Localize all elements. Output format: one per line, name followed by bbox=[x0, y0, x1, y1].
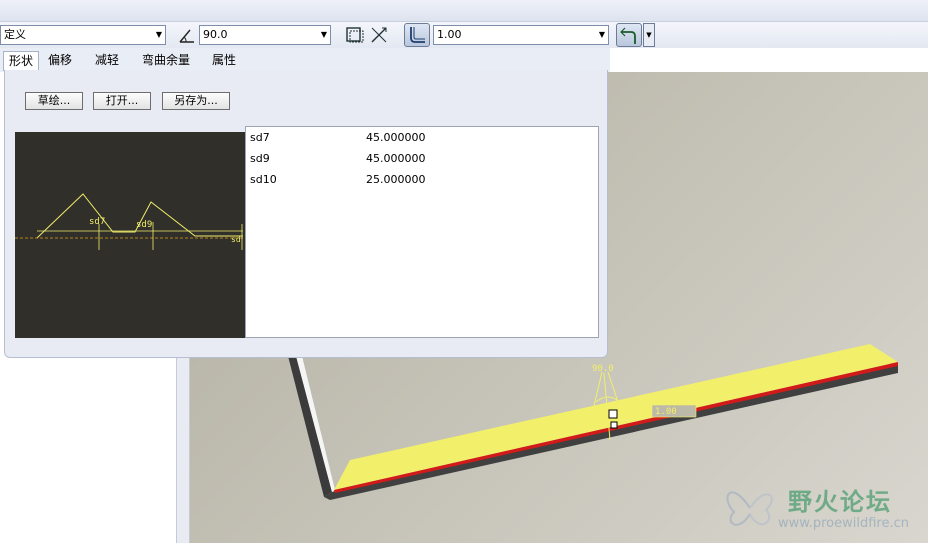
drag-handle[interactable] bbox=[608, 409, 618, 419]
angle-value: 90.0 bbox=[203, 28, 228, 41]
window-top-strip bbox=[0, 0, 928, 22]
flip-direction-icon[interactable] bbox=[368, 24, 390, 46]
tab-bend-allowance[interactable]: 弯曲余量 bbox=[137, 51, 195, 71]
angle-tag[interactable]: 90.0 bbox=[592, 364, 614, 374]
bend-inside-button[interactable] bbox=[616, 23, 642, 47]
chevron-down-icon: ▼ bbox=[598, 30, 605, 39]
preview-label-sd7: sd7 bbox=[89, 217, 105, 227]
chevron-down-icon: ▼ bbox=[155, 30, 162, 39]
preview-label-sd10: sd bbox=[231, 235, 241, 244]
radius-value: 1.00 bbox=[437, 28, 462, 41]
tab-relief[interactable]: 减轻 bbox=[90, 51, 124, 71]
bend-radius-toggle-button[interactable] bbox=[404, 23, 430, 47]
dimension-value[interactable]: 45.000000 bbox=[366, 131, 426, 144]
sketch-button[interactable]: 草绘... bbox=[25, 92, 83, 110]
butterfly-logo-icon bbox=[726, 491, 773, 526]
open-button[interactable]: 打开... bbox=[93, 92, 151, 110]
preview-label-sd9: sd9 bbox=[136, 220, 152, 230]
bend-inside-dropdown[interactable]: ▼ bbox=[643, 23, 655, 47]
drag-handle[interactable] bbox=[610, 421, 618, 429]
wall-face bbox=[288, 356, 332, 497]
bend-radius-icon bbox=[410, 27, 425, 43]
chevron-down-icon: ▼ bbox=[320, 30, 327, 39]
wall-edge bbox=[296, 356, 335, 492]
shape-panel: 草绘... 打开... 另存为... sd7 sd9 sd sd7 45.000… bbox=[4, 70, 608, 358]
panel-tabs: 形状 偏移 减轻 弯曲余量 属性 bbox=[0, 48, 610, 72]
forum-watermark: 野火论坛 www.proewildfire.cn bbox=[716, 476, 922, 538]
dimension-name: sd9 bbox=[250, 152, 270, 165]
dimension-name: sd7 bbox=[250, 131, 270, 144]
tab-offset[interactable]: 偏移 bbox=[43, 51, 77, 71]
table-row[interactable]: sd10 25.000000 bbox=[250, 173, 590, 191]
dashboard-toolbar: 定义 ▼ 90.0 ▼ 1.00 ▼ ▼ bbox=[0, 22, 928, 48]
table-row[interactable]: sd9 45.000000 bbox=[250, 152, 590, 170]
shape-preview-sketch: sd7 sd9 sd bbox=[15, 193, 245, 250]
watermark-url: www.proewildfire.cn bbox=[778, 516, 909, 531]
dimension-value[interactable]: 25.000000 bbox=[366, 173, 426, 186]
save-as-button[interactable]: 另存为... bbox=[162, 92, 230, 110]
shape-preview: sd7 sd9 sd bbox=[15, 132, 245, 338]
tab-shape[interactable]: 形状 bbox=[3, 51, 40, 71]
angle-icon bbox=[179, 29, 194, 43]
angle-combo[interactable]: 90.0 ▼ bbox=[199, 25, 331, 45]
bend-inside-icon bbox=[620, 27, 636, 44]
dimension-name: sd10 bbox=[250, 173, 277, 186]
table-row[interactable]: sd7 45.000000 bbox=[250, 131, 590, 149]
radius-combo[interactable]: 1.00 ▼ bbox=[433, 25, 609, 45]
watermark-title: 野火论坛 bbox=[788, 488, 892, 516]
type-combo[interactable]: 定义 ▼ bbox=[0, 25, 166, 45]
type-combo-value: 定义 bbox=[4, 28, 26, 41]
flip-side-icon[interactable] bbox=[343, 24, 365, 46]
dimension-value[interactable]: 45.000000 bbox=[366, 152, 426, 165]
dimension-table: sd7 45.000000 sd9 45.000000 sd10 25.0000… bbox=[245, 126, 599, 338]
tab-properties[interactable]: 属性 bbox=[207, 51, 241, 71]
radius-tag[interactable]: 1.00 bbox=[655, 407, 677, 417]
